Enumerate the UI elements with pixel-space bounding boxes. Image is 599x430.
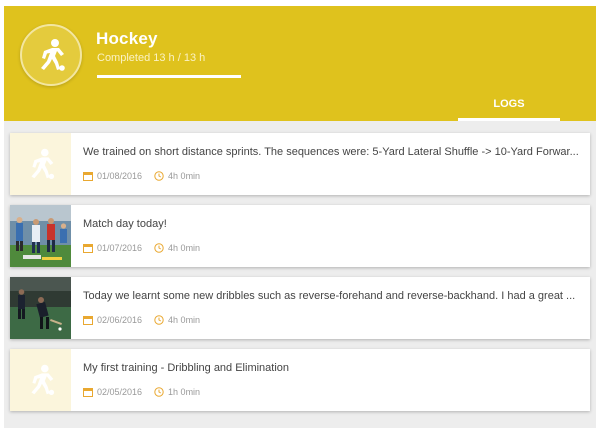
activity-header: Hockey Completed 13 h / 13 h LOGS [4, 6, 596, 121]
log-date: 02/06/2016 [83, 315, 142, 325]
log-description: Today we learnt some new dribbles such a… [83, 290, 576, 302]
log-date: 01/08/2016 [83, 171, 142, 181]
log-date-text: 02/05/2016 [97, 387, 143, 397]
completion-progress-bar [97, 75, 241, 78]
log-duration: 4h 0min [154, 171, 200, 181]
log-card[interactable]: We trained on short distance sprints. Th… [10, 133, 590, 195]
tab-logs-label: LOGS [493, 98, 525, 110]
log-date-text: 02/06/2016 [97, 315, 143, 325]
progress-fill [97, 75, 241, 78]
log-card[interactable]: My first training - Dribbling and Elimin… [10, 349, 590, 411]
activity-title: Hockey [96, 29, 158, 48]
clock-icon [154, 243, 164, 253]
log-duration-text: 4h 0min [168, 243, 201, 253]
clock-icon [154, 315, 164, 325]
log-date-text: 01/08/2016 [97, 171, 143, 181]
log-thumbnail [10, 205, 71, 267]
log-duration-text: 4h 0min [168, 171, 201, 181]
athlete-icon [31, 364, 54, 396]
clock-icon [154, 387, 164, 397]
log-meta: 01/08/2016 4h 0min [83, 169, 212, 183]
clock-icon [154, 171, 164, 181]
log-meta: 01/07/2016 4h 0min [83, 241, 212, 255]
match-photo [10, 205, 71, 267]
tab-logs[interactable]: LOGS [458, 91, 560, 121]
log-duration-text: 4h 0min [168, 315, 201, 325]
log-description: We trained on short distance sprints. Th… [83, 146, 579, 158]
log-date: 01/07/2016 [83, 243, 142, 253]
log-description: Match day today! [83, 218, 167, 230]
log-thumbnail [10, 349, 71, 411]
log-date: 02/05/2016 [83, 387, 142, 397]
log-list: We trained on short distance sprints. Th… [10, 133, 590, 421]
log-meta: 02/05/2016 1h 0min [83, 385, 212, 399]
calendar-icon [83, 244, 93, 253]
log-duration: 4h 0min [154, 243, 200, 253]
log-description: My first training - Dribbling and Elimin… [83, 362, 290, 374]
log-card[interactable]: Today we learnt some new dribbles such a… [10, 277, 590, 339]
log-date-text: 01/07/2016 [97, 243, 143, 253]
athlete-icon [41, 39, 65, 71]
completion-status: Completed 13 h / 13 h [97, 52, 206, 64]
app-frame: Hockey Completed 13 h / 13 h LOGS We tra… [4, 6, 596, 428]
calendar-icon [83, 316, 93, 325]
calendar-icon [83, 172, 93, 181]
log-duration: 4h 0min [154, 315, 200, 325]
athlete-icon [31, 148, 54, 180]
calendar-icon [83, 388, 93, 397]
log-thumbnail [10, 133, 71, 195]
active-tab-indicator [458, 118, 560, 121]
log-meta: 02/06/2016 4h 0min [83, 313, 212, 327]
log-card[interactable]: Match day today! 01/07/2016 4h 0min [10, 205, 590, 267]
training-photo [10, 277, 71, 339]
log-thumbnail [10, 277, 71, 339]
log-duration: 1h 0min [154, 387, 200, 397]
log-duration-text: 1h 0min [168, 387, 201, 397]
activity-logo [20, 24, 82, 86]
